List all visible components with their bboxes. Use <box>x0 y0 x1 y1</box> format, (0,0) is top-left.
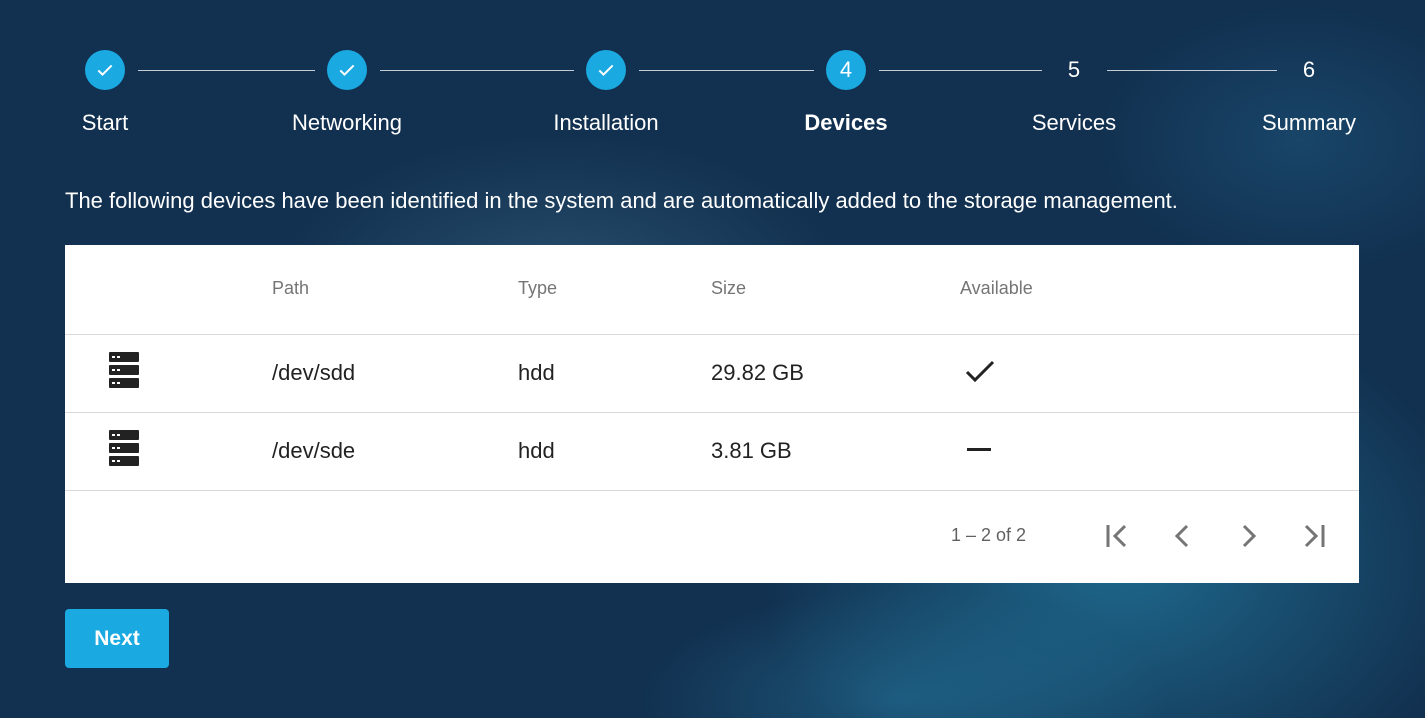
dash-icon <box>967 448 991 451</box>
paginator: 1 – 2 of 2 <box>65 491 1359 581</box>
devices-table-card: Path Type Size Available /dev/sdd hdd 29… <box>65 245 1359 583</box>
step-complete-icon <box>85 50 125 90</box>
cell-type: hdd <box>518 360 555 385</box>
cell-path: /dev/sde <box>272 438 356 463</box>
storage-icon <box>109 352 139 388</box>
paginator-range-label: 1 – 2 of 2 <box>951 525 1027 545</box>
step-label: Installation <box>553 110 659 135</box>
check-icon <box>965 360 995 383</box>
next-button[interactable]: Next <box>65 609 169 668</box>
step-label: Services <box>1031 110 1117 135</box>
column-header-path[interactable]: Path <box>272 278 309 299</box>
step-number: 4 <box>826 50 866 90</box>
step-services[interactable]: 5 Services <box>974 50 1174 136</box>
cell-type: hdd <box>518 438 555 463</box>
step-networking[interactable]: Networking <box>247 50 447 136</box>
step-label: Devices <box>804 110 888 135</box>
table-header: Path Type Size Available <box>65 245 1359 335</box>
step-complete-icon <box>586 50 626 90</box>
cell-size: 29.82 GB <box>711 360 804 385</box>
storage-icon <box>109 430 139 466</box>
intro-text: The following devices have been identifi… <box>65 188 1178 213</box>
step-installation[interactable]: Installation <box>506 50 706 136</box>
step-number: 6 <box>1302 57 1316 82</box>
column-header-type[interactable]: Type <box>518 278 557 299</box>
table-row[interactable]: /dev/sdd hdd 29.82 GB <box>65 335 1359 413</box>
last-page-icon[interactable] <box>1296 519 1330 553</box>
stepper: Start Networking Installation 4 Devices … <box>0 0 1425 170</box>
step-number: 5 <box>1067 57 1081 82</box>
step-summary[interactable]: 6 Summary <box>1209 50 1409 136</box>
column-header-size[interactable]: Size <box>711 278 746 299</box>
step-label: Networking <box>291 110 403 135</box>
step-start[interactable]: Start <box>5 50 205 136</box>
step-complete-icon <box>327 50 367 90</box>
step-devices[interactable]: 4 Devices <box>746 50 946 136</box>
previous-page-icon[interactable] <box>1166 519 1200 553</box>
next-page-icon[interactable] <box>1231 519 1265 553</box>
cell-size: 3.81 GB <box>711 438 792 463</box>
column-header-available[interactable]: Available <box>960 278 1033 299</box>
step-label: Start <box>81 110 129 135</box>
table-row[interactable]: /dev/sde hdd 3.81 GB <box>65 413 1359 491</box>
cell-path: /dev/sdd <box>272 360 356 385</box>
step-label: Summary <box>1261 110 1357 135</box>
first-page-icon[interactable] <box>1101 519 1135 553</box>
